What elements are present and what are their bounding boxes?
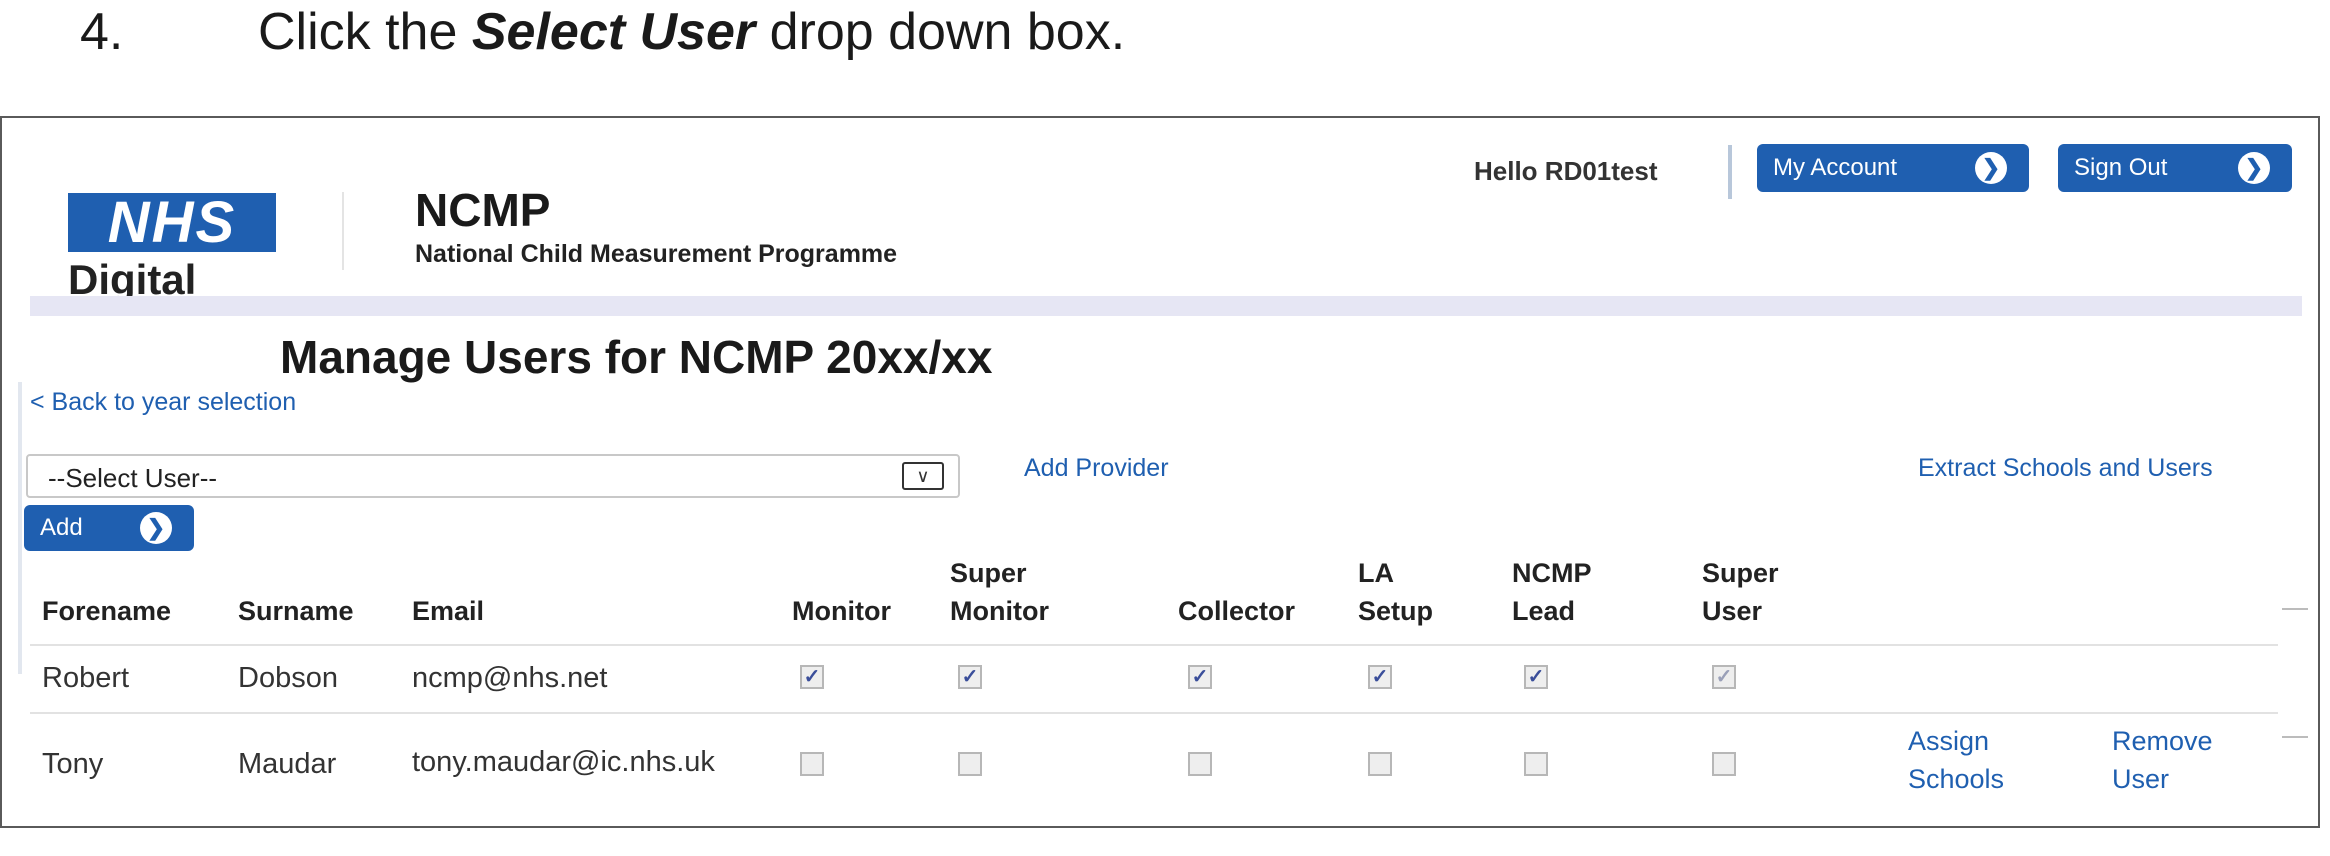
- row2-monitor-checkbox[interactable]: [800, 752, 824, 776]
- header-surname: Surname: [238, 596, 354, 626]
- header-forename: Forename: [42, 596, 172, 626]
- select-user-value: --Select User--: [48, 463, 218, 493]
- header-super-monitor: Super Monitor: [950, 554, 1049, 630]
- header-super-monitor-line1: Super: [950, 558, 1027, 588]
- user-greeting: Hello RD01test: [1474, 156, 1658, 186]
- row2-collector-checkbox[interactable]: [1188, 752, 1212, 776]
- select-user-dropdown[interactable]: --Select User-- ∨: [26, 454, 960, 498]
- row2-la-setup-checkbox[interactable]: [1368, 752, 1392, 776]
- sign-out-label: Sign Out: [2074, 154, 2168, 181]
- add-provider-link[interactable]: Add Provider: [1024, 454, 1169, 483]
- header-ncmp-lead-line2: Lead: [1512, 596, 1576, 626]
- header-email: Email: [412, 596, 485, 626]
- chevron-right-circle-icon: ❯: [2238, 152, 2270, 184]
- step-text-before: Click the: [258, 3, 472, 61]
- row1-collector-checkbox[interactable]: ✓: [1188, 665, 1212, 689]
- header-super-user-line2: User: [1702, 596, 1763, 626]
- header-la-setup: LA Setup: [1358, 554, 1433, 630]
- add-button-label: Add: [40, 514, 83, 541]
- my-account-label: My Account: [1773, 154, 1898, 181]
- row1-monitor-checkbox[interactable]: ✓: [800, 665, 824, 689]
- table-edge-mark: [2282, 736, 2308, 738]
- header-la-setup-line2: Setup: [1358, 596, 1434, 626]
- chevron-right-circle-icon: ❯: [1975, 152, 2007, 184]
- my-account-button[interactable]: My Account ❯: [1757, 144, 2029, 192]
- app-name: NCMP: [415, 184, 551, 236]
- app-full-name: National Child Measurement Programme: [415, 240, 898, 268]
- header-la-setup-line1: LA: [1358, 558, 1394, 588]
- step-number: 4.: [80, 3, 124, 61]
- app-screenshot: NHS Digital NCMP National Child Measurem…: [0, 116, 2320, 828]
- checkmark-icon: ✓: [1715, 666, 1733, 688]
- chevron-right-circle-icon: ❯: [140, 512, 172, 544]
- header-band: [30, 296, 2302, 316]
- assign-schools-link[interactable]: Assign Schools: [1908, 722, 2004, 798]
- row1-ncmp-lead-checkbox[interactable]: ✓: [1524, 665, 1548, 689]
- page-title: Manage Users for NCMP 20xx/xx: [280, 331, 993, 383]
- row2-surname: Maudar: [238, 748, 337, 780]
- row1-super-monitor-checkbox[interactable]: ✓: [958, 665, 982, 689]
- header-super-user: Super User: [1702, 554, 1779, 630]
- add-button[interactable]: Add ❯: [24, 505, 194, 551]
- row2-email: tony.maudar@ic.nhs.uk: [412, 746, 715, 778]
- checkmark-icon: ✓: [1191, 666, 1209, 688]
- checkmark-icon: ✓: [1371, 666, 1389, 688]
- header-ncmp-lead: NCMP Lead: [1512, 554, 1592, 630]
- header-ncmp-lead-line1: NCMP: [1512, 558, 1592, 588]
- row1-email: ncmp@nhs.net: [412, 662, 608, 694]
- table-header-divider: [30, 644, 2278, 646]
- table-edge-mark: [2282, 608, 2308, 610]
- row2-forename: Tony: [42, 748, 104, 780]
- step-text: Click the Select User drop down box.: [258, 2, 1125, 62]
- header-divider: [1728, 145, 1732, 199]
- checkmark-icon: ✓: [803, 666, 821, 688]
- assign-schools-line2: Schools: [1908, 764, 2005, 794]
- step-text-after: drop down box.: [755, 3, 1126, 61]
- row1-la-setup-checkbox[interactable]: ✓: [1368, 665, 1392, 689]
- nhs-logo: NHS: [68, 193, 276, 252]
- row1-surname: Dobson: [238, 662, 338, 694]
- header-monitor: Monitor: [792, 596, 891, 626]
- assign-schools-line1: Assign: [1908, 726, 1990, 756]
- logo-divider: [342, 192, 344, 270]
- chevron-down-icon[interactable]: ∨: [902, 462, 944, 490]
- table-row-divider: [30, 712, 2278, 714]
- header-super-monitor-line2: Monitor: [950, 596, 1049, 626]
- remove-user-line2: User: [2112, 764, 2170, 794]
- row2-super-user-checkbox[interactable]: [1712, 752, 1736, 776]
- remove-user-line1: Remove: [2112, 726, 2213, 756]
- checkmark-icon: ✓: [1527, 666, 1545, 688]
- row2-ncmp-lead-checkbox[interactable]: [1524, 752, 1548, 776]
- checkmark-icon: ✓: [961, 666, 979, 688]
- back-to-year-link[interactable]: < Back to year selection: [30, 388, 296, 417]
- remove-user-link[interactable]: Remove User: [2112, 722, 2213, 798]
- row1-forename: Robert: [42, 662, 130, 694]
- step-text-emphasis: Select User: [471, 3, 756, 61]
- row2-super-monitor-checkbox[interactable]: [958, 752, 982, 776]
- sign-out-button[interactable]: Sign Out ❯: [2058, 144, 2292, 192]
- row1-super-user-checkbox[interactable]: ✓: [1712, 665, 1736, 689]
- panel-edge: [18, 382, 22, 674]
- instruction-banner: 4. Click the Select User drop down box.: [0, 0, 2330, 90]
- extract-schools-users-link[interactable]: Extract Schools and Users: [1918, 454, 2213, 483]
- header-collector: Collector: [1178, 596, 1296, 626]
- header-super-user-line1: Super: [1702, 558, 1779, 588]
